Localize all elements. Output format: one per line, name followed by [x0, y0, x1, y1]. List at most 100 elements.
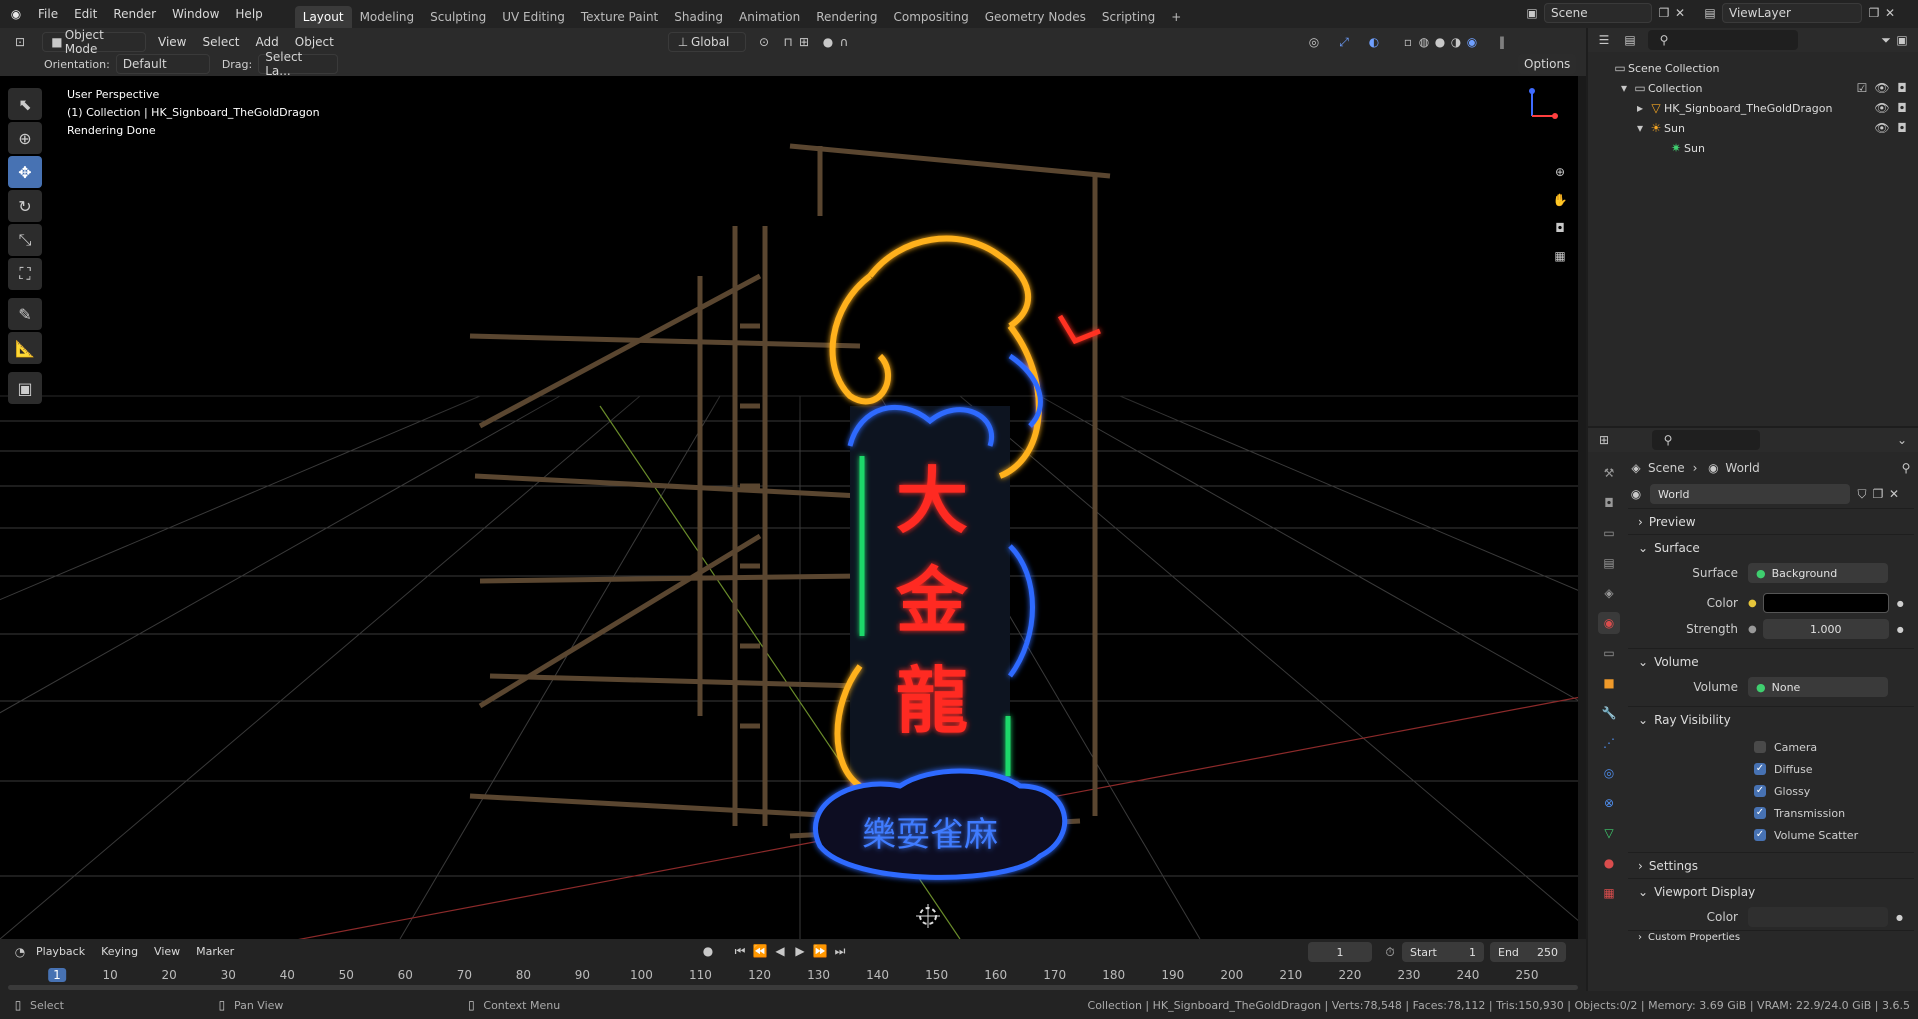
- axis-gizmo[interactable]: [1529, 88, 1558, 119]
- panel-custom-properties[interactable]: › Custom Properties: [1628, 930, 1914, 944]
- keyframe-dot-icon[interactable]: ●: [1897, 599, 1904, 608]
- menu-object[interactable]: Object: [287, 32, 342, 52]
- menu-add[interactable]: Add: [248, 32, 287, 52]
- transform-orientation-selector[interactable]: ⊥ Global: [668, 32, 746, 52]
- view-layer-icon[interactable]: ▤: [1702, 5, 1718, 21]
- fake-user-icon[interactable]: ⛉: [1854, 486, 1870, 502]
- tab-shading[interactable]: Shading: [666, 6, 731, 28]
- timeline-scrollbar[interactable]: [8, 985, 1578, 990]
- measure-tool-icon[interactable]: 📐: [8, 332, 42, 364]
- editor-type-icon[interactable]: ⊡: [12, 34, 28, 50]
- tree-item-sun-data[interactable]: ✷ Sun: [1612, 138, 1918, 158]
- surface-shader-field[interactable]: ● Background: [1748, 563, 1888, 583]
- scene-selector[interactable]: Scene: [1544, 3, 1652, 23]
- tree-item-signboard[interactable]: ▸ ▽ HK_Signboard_TheGoldDragon 👁 ◘: [1612, 98, 1918, 118]
- annotate-tool-icon[interactable]: ✎: [8, 298, 42, 330]
- new-collection-icon[interactable]: ▣: [1894, 32, 1910, 48]
- particles-tab-icon[interactable]: ⋰: [1598, 732, 1620, 754]
- collection-tab-icon[interactable]: ▭: [1598, 642, 1620, 664]
- tab-modeling[interactable]: Modeling: [352, 6, 423, 28]
- pause-render-icon[interactable]: ‖: [1494, 34, 1510, 50]
- menu-file[interactable]: File: [30, 0, 66, 28]
- output-tab-icon[interactable]: ▭: [1598, 522, 1620, 544]
- mode-selector[interactable]: ■ Object Mode: [42, 28, 146, 56]
- menu-render[interactable]: Render: [105, 0, 164, 28]
- tab-sculpting[interactable]: Sculpting: [422, 6, 494, 28]
- strength-field[interactable]: 1.000: [1762, 619, 1889, 639]
- blender-logo-icon[interactable]: ◉: [8, 6, 24, 22]
- tab-texture-paint[interactable]: Texture Paint: [573, 6, 666, 28]
- eye-icon[interactable]: 👁: [1874, 120, 1890, 136]
- orientation-selector[interactable]: Default: [115, 54, 210, 74]
- camera-icon[interactable]: ◘: [1894, 80, 1910, 96]
- delete-view-layer-icon[interactable]: ✕: [1882, 5, 1898, 21]
- pin-icon[interactable]: ⚲: [1898, 460, 1914, 476]
- options-button[interactable]: Options: [1518, 54, 1577, 74]
- properties-search-input[interactable]: ⚲: [1652, 430, 1760, 450]
- eye-icon[interactable]: 👁: [1874, 100, 1890, 116]
- material-shading-icon[interactable]: ◑: [1448, 34, 1464, 50]
- tree-item-sun-object[interactable]: ▾ ☀ Sun 👁 ◘: [1612, 118, 1918, 138]
- 3d-viewport[interactable]: 大 金 龍 樂耍雀麻 User Perspective (1) Collecti…: [0, 76, 1586, 939]
- panel-ray-visibility[interactable]: ⌄ Ray Visibility: [1628, 706, 1914, 732]
- tab-layout[interactable]: Layout: [294, 6, 352, 28]
- texture-tab-icon[interactable]: ▦: [1598, 882, 1620, 904]
- collapse-icon[interactable]: ▾: [1632, 120, 1648, 136]
- ray-volume-scatter-checkbox[interactable]: ✓ Volume Scatter: [1754, 824, 1914, 846]
- rendered-shading-icon[interactable]: ◉: [1464, 34, 1480, 50]
- tree-item-collection[interactable]: ▾ ▭ Collection ☑ 👁 ◘: [1612, 78, 1918, 98]
- scene-tab-icon[interactable]: ◈: [1598, 582, 1620, 604]
- ray-diffuse-checkbox[interactable]: ✓ Diffuse: [1754, 758, 1914, 780]
- keyframe-dot-icon[interactable]: ●: [1896, 913, 1903, 922]
- zoom-icon[interactable]: ⊕: [1552, 164, 1568, 180]
- gizmo-icon[interactable]: ⤢: [1336, 34, 1352, 50]
- rotate-tool-icon[interactable]: ↻: [8, 190, 42, 222]
- wireframe-shading-icon[interactable]: ◍: [1416, 34, 1432, 50]
- move-tool-icon[interactable]: ✥: [8, 156, 42, 188]
- playhead[interactable]: 1: [48, 968, 66, 982]
- tab-geometry-nodes[interactable]: Geometry Nodes: [977, 6, 1094, 28]
- panel-viewport-display[interactable]: ⌄ Viewport Display: [1628, 878, 1914, 904]
- constraints-tab-icon[interactable]: ⊗: [1598, 792, 1620, 814]
- object-tab-icon[interactable]: ■: [1598, 672, 1620, 694]
- outliner-editor-icon[interactable]: ☰: [1596, 32, 1612, 48]
- falloff-icon[interactable]: ∩: [836, 34, 852, 50]
- unlink-icon[interactable]: ✕: [1886, 486, 1902, 502]
- pan-hand-icon[interactable]: ✋: [1552, 192, 1568, 208]
- solid-shading-icon[interactable]: ●: [1432, 34, 1448, 50]
- scene-icon[interactable]: ▣: [1524, 5, 1540, 21]
- ray-transmission-checkbox[interactable]: ✓ Transmission: [1754, 802, 1914, 824]
- visibility-icon[interactable]: ◎: [1306, 34, 1322, 50]
- cursor-tool-icon[interactable]: ⊕: [8, 122, 42, 154]
- ray-glossy-checkbox[interactable]: ✓ Glossy: [1754, 780, 1914, 802]
- duplicate-icon[interactable]: ❐: [1870, 486, 1886, 502]
- properties-editor-icon[interactable]: ⊞: [1596, 432, 1612, 448]
- tab-uv-editing[interactable]: UV Editing: [494, 6, 573, 28]
- overlay-icon[interactable]: ◐: [1366, 34, 1382, 50]
- xray-icon[interactable]: ▫: [1400, 34, 1416, 50]
- snap-target-icon[interactable]: ⊞: [796, 34, 812, 50]
- physics-tab-icon[interactable]: ◎: [1598, 762, 1620, 784]
- collapse-icon[interactable]: ▾: [1616, 80, 1632, 96]
- proportional-edit-icon[interactable]: ●: [820, 34, 836, 50]
- pivot-point-icon[interactable]: ⊙: [756, 34, 772, 50]
- drag-selector[interactable]: Select La...: [258, 50, 339, 78]
- scale-tool-icon[interactable]: ⤡: [8, 224, 42, 256]
- view-layer-tab-icon[interactable]: ▤: [1598, 552, 1620, 574]
- tab-scripting[interactable]: Scripting: [1094, 6, 1163, 28]
- checkbox-icon[interactable]: ☑: [1854, 80, 1870, 96]
- camera-icon[interactable]: ◘: [1894, 120, 1910, 136]
- world-tab-icon[interactable]: ◉: [1598, 612, 1620, 634]
- world-name-field[interactable]: World: [1650, 484, 1850, 504]
- transform-tool-icon[interactable]: ⛶: [8, 258, 42, 290]
- material-tab-icon[interactable]: ●: [1598, 852, 1620, 874]
- panel-volume[interactable]: ⌄ Volume: [1628, 648, 1914, 674]
- menu-window[interactable]: Window: [164, 0, 227, 28]
- menu-edit[interactable]: Edit: [66, 0, 105, 28]
- tree-root[interactable]: ▭ Scene Collection: [1612, 58, 1918, 78]
- 3d-cursor[interactable]: [916, 904, 940, 928]
- add-workspace-button[interactable]: +: [1163, 6, 1189, 28]
- expand-icon[interactable]: ▸: [1632, 100, 1648, 116]
- ortho-grid-icon[interactable]: ▦: [1552, 248, 1568, 264]
- menu-help[interactable]: Help: [227, 0, 270, 28]
